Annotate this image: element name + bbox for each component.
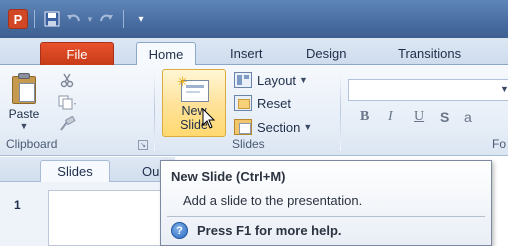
format-painter-icon[interactable] xyxy=(52,115,82,133)
tab-insert[interactable]: Insert xyxy=(220,42,273,65)
group-separator xyxy=(154,71,155,151)
quick-access-toolbar: P ▼ ▾ xyxy=(8,6,152,32)
underline-button[interactable]: U xyxy=(414,109,424,129)
section-button[interactable]: Section ▼ xyxy=(234,117,312,137)
reset-label: Reset xyxy=(257,95,291,111)
bold-button[interactable]: B xyxy=(360,109,369,129)
pane-tabs: Slides Ou xyxy=(0,157,175,182)
new-slide-button[interactable]: ✳ New Slide xyxy=(162,69,226,137)
tab-transitions[interactable]: Transitions xyxy=(388,42,471,65)
powerpoint-logo-icon[interactable]: P xyxy=(8,9,28,29)
copy-icon[interactable] xyxy=(52,93,82,111)
tooltip-divider xyxy=(167,216,485,217)
clipboard-group-label: Clipboard xyxy=(6,137,58,151)
qat-separator xyxy=(123,10,124,28)
tab-home[interactable]: Home xyxy=(136,42,196,66)
qat-separator xyxy=(34,10,35,28)
reset-icon xyxy=(234,95,252,111)
strikethrough-button[interactable]: a xyxy=(464,109,472,129)
ribbon-tabs: File Home Insert Design Transitions xyxy=(0,38,508,66)
tab-design[interactable]: Design xyxy=(296,42,356,65)
tooltip-help-text: Press F1 for more help. xyxy=(197,223,342,238)
tab-slides[interactable]: Slides xyxy=(40,160,110,182)
cut-icon[interactable] xyxy=(52,71,82,89)
ribbon-home: Paste ▼ Clipboard ↘ ✳ New Slide Layout ▼… xyxy=(0,65,508,156)
section-label: Section xyxy=(257,119,301,135)
font-name-combobox[interactable] xyxy=(348,79,508,101)
clipboard-dialog-launcher-icon[interactable]: ↘ xyxy=(138,140,148,150)
tab-outline[interactable]: Ou xyxy=(142,160,159,182)
group-separator xyxy=(340,71,341,151)
slide-number: 1 xyxy=(14,198,21,212)
mouse-cursor-icon xyxy=(202,108,216,129)
layout-button[interactable]: Layout ▼ xyxy=(234,70,308,90)
tooltip-title: New Slide (Ctrl+M) xyxy=(171,169,286,184)
undo-dropdown-icon[interactable]: ▼ xyxy=(85,8,95,30)
slides-pane: 1 xyxy=(0,182,175,246)
reset-button[interactable]: Reset xyxy=(234,93,291,113)
new-slide-icon: ✳ xyxy=(177,74,211,104)
customize-qat-icon[interactable]: ▾ xyxy=(130,8,152,30)
section-icon xyxy=(234,119,252,135)
chevron-down-icon[interactable]: ▼ xyxy=(500,84,508,94)
paste-dropdown-icon[interactable]: ▼ xyxy=(20,121,29,131)
tooltip-help: ? Press F1 for more help. xyxy=(171,222,342,239)
italic-button[interactable]: I xyxy=(388,109,393,129)
title-bar: P ▼ ▾ xyxy=(0,0,508,38)
shadow-button[interactable]: S xyxy=(440,109,449,129)
layout-icon xyxy=(234,72,252,88)
tooltip-description: Add a slide to the presentation. xyxy=(183,193,363,208)
help-icon: ? xyxy=(171,222,188,239)
undo-icon[interactable] xyxy=(63,8,85,30)
slides-group-label: Slides xyxy=(232,137,265,151)
new-slide-tooltip: New Slide (Ctrl+M) Add a slide to the pr… xyxy=(160,160,492,246)
paste-icon xyxy=(10,73,38,105)
save-icon[interactable] xyxy=(41,8,63,30)
chevron-down-icon: ▼ xyxy=(303,122,313,132)
slide-thumbnail[interactable] xyxy=(48,190,168,246)
layout-label: Layout xyxy=(257,72,297,88)
redo-icon[interactable] xyxy=(95,8,117,30)
chevron-down-icon: ▼ xyxy=(299,75,308,85)
paste-button[interactable]: Paste ▼ xyxy=(6,71,42,133)
paste-label: Paste xyxy=(8,107,40,121)
font-group-label: Fo xyxy=(492,137,507,151)
tab-file[interactable]: File xyxy=(40,42,114,65)
